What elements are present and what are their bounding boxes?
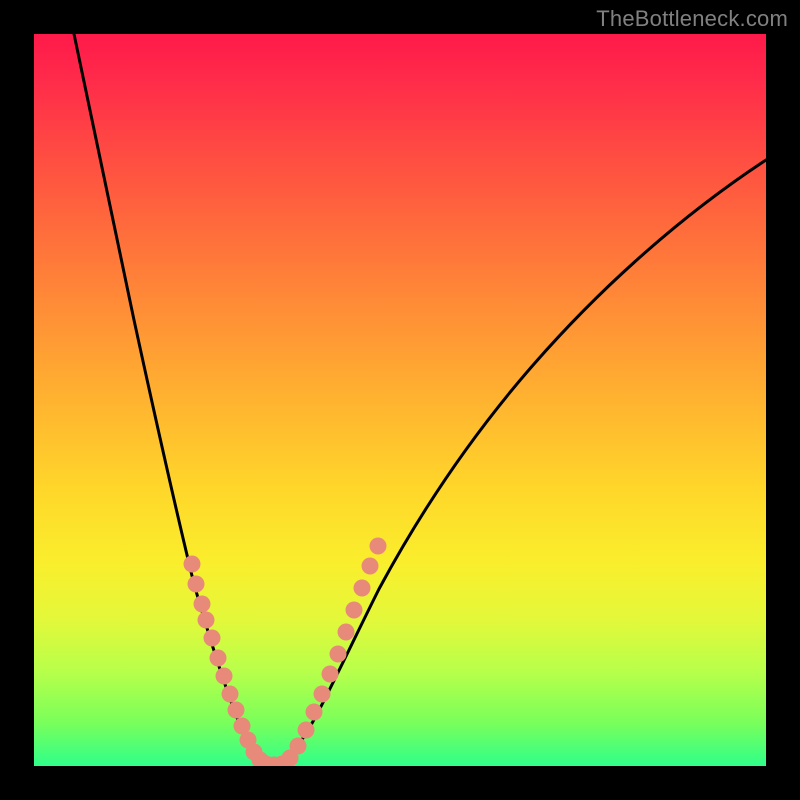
data-point [298,722,315,739]
data-point [194,596,211,613]
data-point [370,538,387,555]
data-point [188,576,205,593]
watermark-text: TheBottleneck.com [596,6,788,32]
curve-right-arm [279,160,766,764]
data-point [222,686,239,703]
data-point [210,650,227,667]
chart-svg [34,34,766,766]
data-point [330,646,347,663]
data-point [362,558,379,575]
chart-frame: TheBottleneck.com [0,0,800,800]
data-point [228,702,245,719]
data-point [290,738,307,755]
data-point [346,602,363,619]
datapoints-group [184,538,387,767]
data-point [216,668,233,685]
plot-area [34,34,766,766]
data-point [198,612,215,629]
data-point [338,624,355,641]
data-point [322,666,339,683]
curve-left-arm [74,34,269,764]
data-point [354,580,371,597]
data-point [306,704,323,721]
data-point [184,556,201,573]
data-point [314,686,331,703]
data-point [204,630,221,647]
